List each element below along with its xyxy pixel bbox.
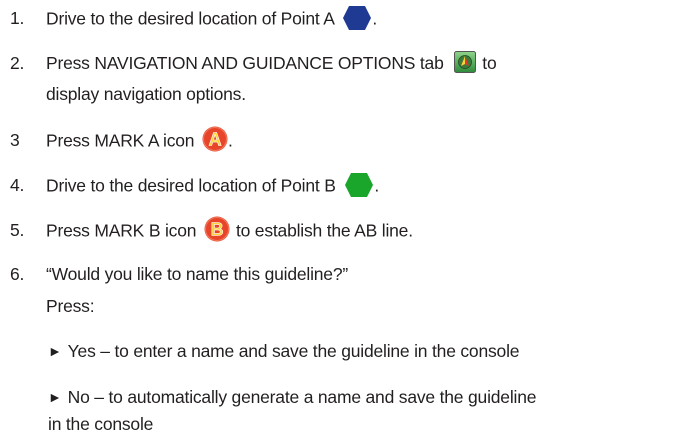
svg-text:B: B: [211, 220, 224, 240]
navigation-guidance-tab-icon: [454, 51, 477, 74]
step-text: Press MARK A icon: [46, 130, 195, 151]
step-text: Drive to the desired location of Point A: [46, 8, 334, 29]
mark-a-icon: A: [202, 126, 228, 152]
green-hexagon-icon: [345, 173, 374, 197]
blue-hexagon-icon: [343, 6, 372, 30]
option-text: Yes – to enter a name and save the guide…: [67, 341, 520, 361]
svg-text:A: A: [209, 130, 222, 150]
step-number: 1.: [10, 8, 25, 28]
step-number: 3: [10, 130, 20, 150]
mark-b-icon: B: [204, 216, 230, 242]
bullet-arrow-icon: ►: [48, 343, 62, 359]
step-text: Press NAVIGATION AND GUIDANCE OPTIONS ta…: [46, 53, 444, 73]
step-text: Drive to the desired location of Point B: [46, 175, 336, 196]
option-text: No – to automatically generate a name an…: [67, 387, 537, 407]
bullet-arrow-icon: ►: [48, 389, 62, 405]
step-text: “Would you like to name this guideline?”: [46, 264, 348, 284]
step-number: 2.: [10, 53, 25, 73]
step-number: 5.: [10, 220, 25, 240]
step-number: 4.: [10, 175, 25, 195]
step-text: Press MARK B icon: [46, 220, 197, 241]
step-number: 6.: [10, 264, 25, 284]
